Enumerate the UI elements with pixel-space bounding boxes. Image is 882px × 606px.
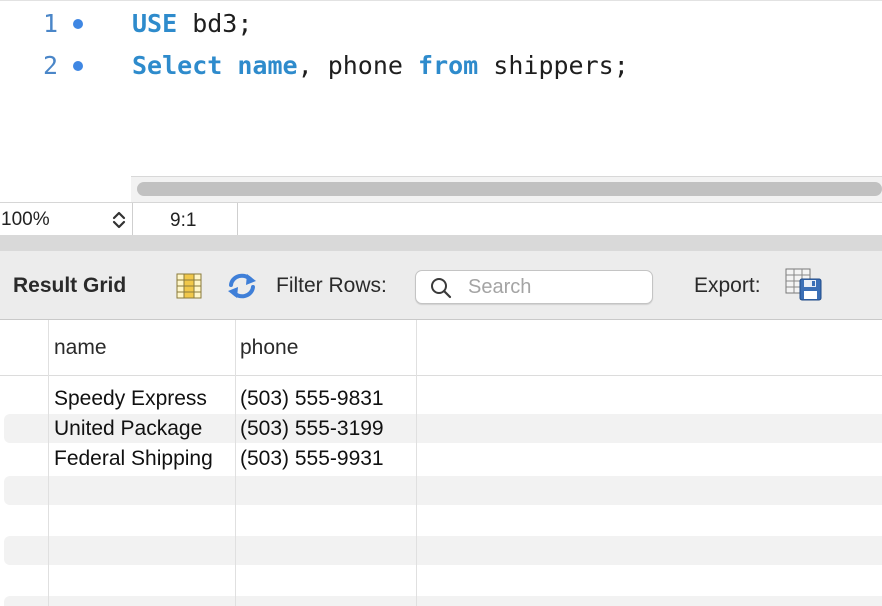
zoom-control[interactable]: 100% [0, 203, 133, 236]
grid-header: name phone [0, 320, 882, 376]
row-stripe [4, 596, 882, 606]
table-row[interactable]: United Package (503) 555-3199 [0, 414, 882, 444]
statement-marker-icon[interactable] [73, 61, 83, 71]
filter-rows-label: Filter Rows: [276, 274, 387, 297]
cell-name[interactable]: Speedy Express [54, 387, 207, 411]
statement-marker-icon[interactable] [73, 19, 83, 29]
sql-keyword: name [237, 51, 298, 80]
column-header-phone[interactable]: phone [240, 336, 298, 360]
sql-text: bd3; [177, 9, 253, 38]
panel-splitter[interactable] [0, 235, 882, 251]
result-toolbar: Result Grid Filter Rows: Export: [0, 251, 882, 320]
line-number: 1 [42, 9, 58, 38]
horizontal-scrollbar[interactable] [131, 176, 882, 202]
grid-view-icon[interactable] [175, 272, 203, 300]
cell-phone[interactable]: (503) 555-3199 [240, 417, 384, 441]
sql-keyword: Select [132, 51, 223, 80]
editor-status-bar: 100% 9:1 [0, 202, 882, 236]
sql-keyword: USE [132, 9, 178, 38]
filter-search-box[interactable] [415, 270, 653, 304]
filter-search-input[interactable] [468, 274, 644, 300]
refresh-icon[interactable] [225, 271, 259, 301]
sql-text: shippers; [478, 51, 629, 80]
sql-editor[interactable]: 1 USE bd3; 2 Select name, phone from shi… [0, 0, 882, 177]
cell-phone[interactable]: (503) 555-9831 [240, 387, 384, 411]
export-label: Export: [694, 274, 761, 297]
line-number: 2 [42, 51, 58, 80]
result-grid-tab[interactable]: Result Grid [13, 274, 126, 298]
cell-name[interactable]: United Package [54, 417, 202, 441]
cell-phone[interactable]: (503) 555-9931 [240, 447, 384, 471]
scrollbar-thumb[interactable] [137, 182, 882, 196]
code-text[interactable]: USE bd3; [132, 4, 252, 44]
code-text[interactable]: Select name, phone from shippers; [132, 46, 629, 86]
cursor-position: 9:1 [133, 203, 238, 236]
column-header-name[interactable]: name [54, 336, 107, 360]
row-stripe [4, 476, 882, 505]
zoom-value: 100% [1, 209, 50, 230]
table-row[interactable]: Speedy Express (503) 555-9831 [0, 384, 882, 414]
search-icon [431, 278, 452, 299]
code-line-1[interactable]: 1 USE bd3; [0, 4, 882, 44]
zoom-stepper-icon[interactable] [110, 209, 128, 231]
cursor-position-label: 9:1 [170, 210, 197, 231]
sql-text: , phone [297, 51, 419, 80]
row-stripe [4, 536, 882, 565]
export-icon[interactable] [785, 268, 823, 302]
code-line-2[interactable]: 2 Select name, phone from shippers; [0, 46, 882, 86]
result-grid[interactable]: name phone Speedy Express (503) 555-9831… [0, 320, 882, 606]
sql-keyword: from [418, 51, 479, 80]
table-row[interactable]: Federal Shipping (503) 555-9931 [0, 444, 882, 474]
cell-name[interactable]: Federal Shipping [54, 447, 213, 471]
